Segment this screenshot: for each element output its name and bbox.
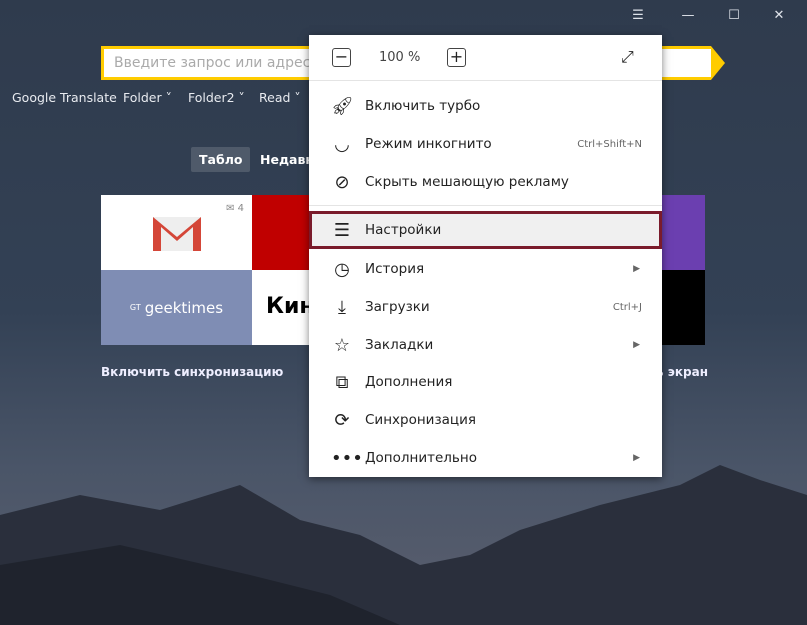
star-icon: ☆ [333, 334, 351, 356]
download-icon: ⤓ [338, 296, 346, 318]
bookmark-read[interactable]: Read ˅ [259, 90, 301, 105]
mask-icon: ◡ [334, 133, 350, 155]
sync-icon: ⟳ [334, 409, 350, 431]
menu-item-label: Включить турбо [365, 98, 481, 114]
tab-tablo[interactable]: Табло [191, 147, 251, 172]
menu-item-downloads[interactable]: ⤓ Загрузки Ctrl+J [309, 288, 662, 326]
minimize-button[interactable]: — [673, 8, 703, 28]
menu-item-history[interactable]: ◷ История ▶ [309, 250, 662, 288]
menu-item-incognito[interactable]: ◡ Режим инкогнито Ctrl+Shift+N [309, 125, 662, 163]
zoom-row: − 100 % + ⤢ [309, 35, 662, 81]
shortcut: Ctrl+Shift+N [577, 138, 642, 150]
title-bar: ☰ — ☐ ✕ [0, 0, 807, 36]
submenu-arrow-icon: ▶ [633, 340, 640, 350]
close-button[interactable]: ✕ [764, 8, 794, 28]
clock-icon: ◷ [334, 258, 350, 280]
geektimes-label: geektimes [144, 298, 224, 317]
menu-item-more[interactable]: ••• Дополнительно ▶ [309, 439, 662, 477]
bookmark-google-translate[interactable]: Google Translate [12, 90, 117, 105]
menu-item-label: Закладки [365, 337, 434, 353]
menu-item-sync[interactable]: ⟳ Синхронизация [309, 401, 662, 439]
mail-count: ✉ 4 [226, 203, 244, 214]
mail-count-value: 4 [237, 203, 244, 214]
menu-item-label: Настройки [365, 222, 442, 238]
menu-item-label: Загрузки [365, 299, 430, 315]
menu-item-adblock[interactable]: ⊘ Скрыть мешающую рекламу [309, 163, 662, 201]
screen-link[interactable]: ь экран [656, 365, 708, 379]
menu-item-label: Дополнительно [365, 450, 477, 466]
addons-icon: ⧉ [335, 371, 349, 393]
hamburger-icon[interactable]: ☰ [623, 8, 653, 28]
more-icon: ••• [331, 447, 363, 469]
tile-gmail[interactable]: ✉ 4 [101, 195, 252, 270]
menu-item-label: Скрыть мешающую рекламу [365, 174, 569, 190]
shortcut: Ctrl+J [612, 301, 642, 313]
menu-item-label: Синхронизация [365, 412, 476, 428]
enable-sync-link[interactable]: Включить синхронизацию [101, 365, 283, 379]
gmail-icon [153, 217, 201, 251]
bookmark-folder2[interactable]: Folder2 ˅ [188, 90, 245, 105]
block-icon: ⊘ [334, 171, 350, 193]
submenu-arrow-icon: ▶ [633, 264, 640, 274]
bookmark-folder[interactable]: Folder ˅ [123, 90, 172, 105]
menu-item-label: История [365, 261, 425, 277]
maximize-button[interactable]: ☐ [719, 8, 749, 28]
menu-item-settings[interactable]: ☰ Настройки [309, 211, 662, 249]
submenu-arrow-icon: ▶ [633, 453, 640, 463]
menu-item-turbo[interactable]: 🚀︎ Включить турбо [309, 87, 662, 125]
browser-menu: − 100 % + ⤢ 🚀︎ Включить турбо ◡ Режим инко… [309, 35, 662, 477]
zoom-level: 100 % [379, 50, 421, 65]
fullscreen-icon[interactable]: ⤢ [621, 47, 634, 67]
menu-item-label: Режим инкогнито [365, 136, 492, 152]
menu-item-label: Дополнения [365, 374, 453, 390]
zoom-out-button[interactable]: − [332, 48, 351, 67]
menu-item-addons[interactable]: ⧉ Дополнения [309, 363, 662, 401]
divider [309, 205, 662, 206]
tile-geektimes[interactable]: GT geektimes [101, 270, 252, 345]
rocket-icon: 🚀︎ [331, 95, 354, 117]
sliders-icon: ☰ [333, 219, 351, 241]
menu-item-bookmarks[interactable]: ☆ Закладки ▶ [309, 326, 662, 364]
zoom-in-button[interactable]: + [447, 48, 466, 67]
